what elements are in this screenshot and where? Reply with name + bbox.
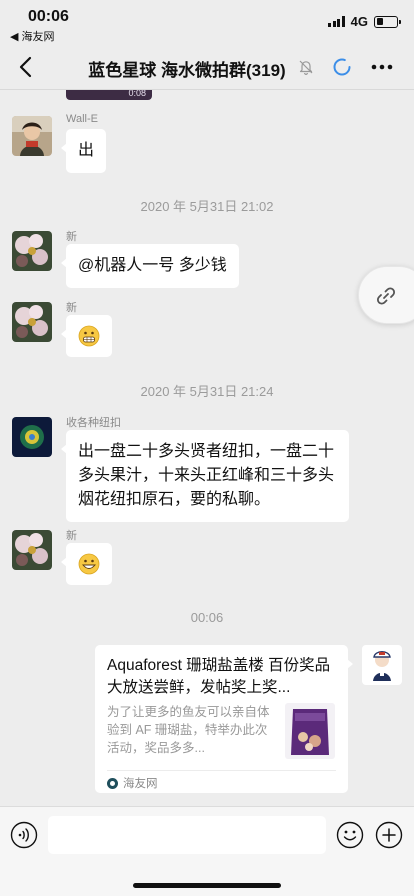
signal-icon [328, 16, 345, 27]
video-message[interactable]: 0:08 [66, 90, 152, 100]
voice-icon[interactable] [10, 821, 38, 849]
network-type: 4G [350, 14, 368, 29]
timestamp: 2020 年 5月31日 21:24 [140, 384, 274, 399]
chat-title: 蓝色星球 海水微拍群(319) [88, 61, 286, 80]
input-bar [0, 806, 414, 896]
avatar[interactable] [12, 530, 52, 570]
status-indicators: 4G [328, 14, 401, 29]
message-bubble[interactable] [61, 315, 112, 357]
home-indicator[interactable] [133, 883, 281, 888]
back-to-app-link[interactable]: ◀ 海友网 [10, 28, 55, 44]
link-icon [376, 287, 396, 305]
message-bubble[interactable] [61, 543, 112, 585]
message-bubble[interactable]: @机器人一号 多少钱 [61, 244, 239, 288]
avatar[interactable] [12, 417, 52, 457]
plus-circle-icon[interactable] [375, 821, 403, 849]
status-time: 00:06 [28, 8, 69, 25]
video-duration: 0:08 [128, 90, 146, 98]
avatar[interactable] [12, 302, 52, 342]
sender-name: 收各种纽扣 [66, 417, 121, 429]
link-card[interactable]: Aquaforest 珊瑚盐盖楼 百份奖品大放送尝鲜，发帖奖上奖... 为了让更… [95, 645, 353, 793]
grimacing-face-icon [78, 325, 100, 347]
timestamp: 2020 年 5月31日 21:02 [140, 199, 274, 214]
link-card-source: 海友网 [107, 775, 158, 791]
link-card-title: Aquaforest 珊瑚盐盖楼 百份奖品大放送尝鲜，发帖奖上奖... [107, 657, 331, 696]
message-bubble[interactable]: 出一盘二十多头贤者纽扣，一盘二十多头果汁，十来头正红峰和三十多头烟花纽扣原石，要… [61, 430, 349, 522]
source-app-icon [107, 777, 118, 789]
link-card-description: 为了让更多的鱼友可以亲自体验到 AF 珊瑚盐，特举办此次活动，奖品多多... [107, 705, 270, 755]
status-bar: 00:06 ◀ 海友网 4G [0, 0, 414, 44]
message-list[interactable]: 0:08 Wall-E 出 2020 年 5月31日 21:02 新 @机器人一… [0, 90, 414, 806]
bell-slash-icon [299, 60, 313, 76]
more-dots-icon[interactable] [370, 58, 394, 76]
avatar[interactable] [12, 231, 52, 271]
floating-link-button[interactable] [358, 266, 414, 324]
sender-name: Wall-E [66, 113, 98, 125]
chat-header: 蓝色星球 海水微拍群(319) [0, 44, 414, 90]
link-card-divider [107, 770, 336, 771]
grinning-face-icon [78, 553, 100, 575]
loading-ring-icon [333, 58, 351, 76]
timestamp: 00:06 [190, 610, 224, 625]
chevron-left-icon[interactable] [14, 54, 40, 80]
message-bubble[interactable]: 出 [60, 129, 107, 173]
sender-name: 新 [66, 231, 77, 243]
sender-name: 新 [66, 302, 77, 314]
link-card-source-label: 海友网 [123, 778, 158, 790]
own-avatar[interactable] [362, 645, 402, 685]
emoji-icon[interactable] [336, 821, 364, 849]
battery-icon [374, 15, 401, 28]
message-input[interactable] [48, 816, 326, 854]
link-card-thumbnail [285, 703, 335, 759]
avatar[interactable] [12, 116, 52, 156]
sender-name: 新 [66, 530, 77, 542]
